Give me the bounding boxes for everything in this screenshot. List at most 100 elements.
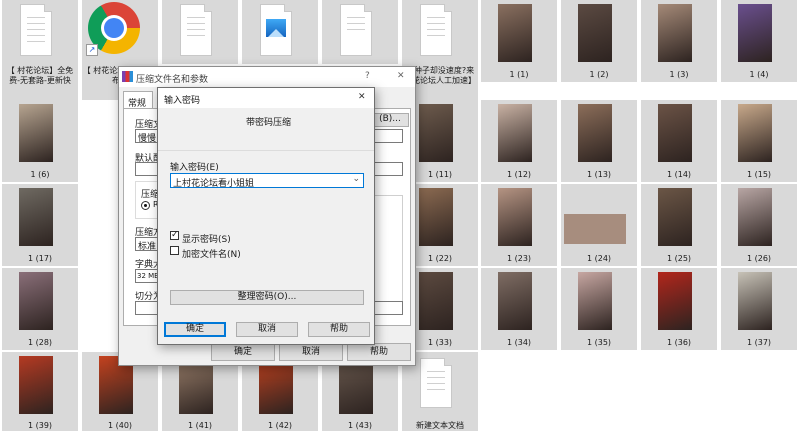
thumbnail-caption: 1 (23) [506,254,532,263]
thumbnail-caption: 1 (39) [27,421,53,430]
archive-help-button[interactable]: 帮助 [347,343,411,361]
text-document-icon [180,4,212,56]
text-document-icon [420,358,452,408]
archive-dialog-titlebar[interactable]: 压缩文件名和参数 ? ✕ [119,67,415,87]
thumbnail-caption: 1 (37) [746,338,772,347]
image-thumbnail [19,272,53,330]
thumbnail-caption: 1 (26) [746,254,772,263]
help-button[interactable]: ? [365,71,370,81]
shortcut-arrow-icon: ↗ [86,44,98,56]
password-input[interactable]: 上村花论坛看小姐姐 ⌄ [170,173,364,189]
thumbnail-tile[interactable]: 1 (4) [721,0,797,82]
thumbnail-tile[interactable]: 1 (14) [641,100,717,182]
thumbnail-caption: 1 (40) [107,421,133,430]
file-tile-image[interactable] [242,0,318,64]
thumbnail-tile[interactable]: 1 (24) [561,184,637,266]
password-help-button[interactable]: 帮助 [308,322,370,337]
thumbnail-caption: 1 (43) [347,421,373,430]
close-icon[interactable]: ✕ [397,71,405,81]
password-ok-button[interactable]: 确定 [164,322,226,337]
image-thumbnail [419,272,453,330]
thumbnail-caption: 1 (1) [509,70,529,79]
thumbnail-tile[interactable]: 1 (36) [641,268,717,350]
browse-button[interactable]: (B)... [371,113,409,127]
image-thumbnail [738,104,772,162]
thumbnail-tile[interactable]: 1 (13) [561,100,637,182]
archive-dialog-title: 压缩文件名和参数 [136,75,209,85]
thumbnail-tile[interactable]: 1 (39) [2,352,78,431]
thumbnail-tile[interactable]: 1 (12) [481,100,557,182]
image-thumbnail [738,4,772,62]
image-thumbnail [658,272,692,330]
text-document-icon [340,4,372,56]
archive-ok-button[interactable]: 确定 [211,343,275,361]
image-thumbnail [658,104,692,162]
file-caption: 【 村花论坛】全免费-无套路-更新快 [6,66,74,85]
password-cancel-button[interactable]: 取消 [236,322,298,337]
thumbnail-tile[interactable]: 1 (35) [561,268,637,350]
thumbnail-tile[interactable]: 1 (17) [2,184,78,266]
image-thumbnail [498,188,532,246]
thumbnail-tile[interactable]: 1 (23) [481,184,557,266]
thumbnail-tile[interactable]: 1 (3) [641,0,717,82]
thumbnail-tile[interactable]: 1 (1) [481,0,557,82]
enter-password-label: 输入密码(E) [170,163,219,173]
image-thumbnail [19,104,53,162]
password-dialog-titlebar[interactable]: 输入密码 ✕ [158,88,374,108]
thumbnail-caption: 1 (17) [27,254,53,263]
thumbnail-tile[interactable]: 1 (2) [561,0,637,82]
thumbnail-tile[interactable]: 1 (25) [641,184,717,266]
thumbnail-caption: 1 (3) [669,70,689,79]
thumbnail-caption: 1 (41) [187,421,213,430]
thumbnail-caption: 1 (15) [746,170,772,179]
thumbnail-caption: 1 (4) [749,70,769,79]
file-tile-doc-3[interactable] [162,0,238,64]
password-dialog-title: 输入密码 [164,96,201,106]
image-thumbnail [578,4,612,62]
encrypt-filenames-label: 加密文件名(N) [182,250,241,260]
thumbnail-caption: 1 (36) [666,338,692,347]
organize-passwords-button[interactable]: 整理密码(O)... [170,290,364,305]
image-thumbnail [738,272,772,330]
close-icon[interactable]: ✕ [358,92,366,102]
image-thumbnail [738,188,772,246]
thumbnail-caption: 新建文本文档 [416,421,464,430]
encrypt-filenames-checkbox[interactable] [170,246,179,255]
show-password-checkbox[interactable]: ✓ [170,230,179,240]
image-thumbnail [498,272,532,330]
thumbnail-caption: 1 (14) [666,170,692,179]
file-tile-doc-5[interactable] [322,0,398,64]
thumbnail-tile[interactable]: 1 (15) [721,100,797,182]
image-thumbnail [498,104,532,162]
image-thumbnail [578,272,612,330]
thumbnail-tile[interactable]: 1 (37) [721,268,797,350]
image-thumbnail [419,104,453,162]
thumbnail-caption: 1 (2) [589,70,609,79]
checkmark-icon: ✓ [171,230,179,240]
thumbnail-caption: 1 (24) [586,254,612,263]
thumbnail-caption: 1 (12) [506,170,532,179]
winrar-icon [122,71,133,82]
format-radio[interactable] [141,201,150,210]
show-password-label: 显示密码(S) [182,235,231,245]
thumbnail-tile[interactable]: 1 (28) [2,268,78,350]
thumbnail-caption: 1 (42) [267,421,293,430]
thumbnail-caption: 1 (6) [30,170,50,179]
chevron-down-icon[interactable]: ⌄ [352,174,360,184]
right-input[interactable] [371,301,403,315]
file-tile-doc-1[interactable]: 【 村花论坛】全免费-无套路-更新快 [2,0,78,100]
right-select[interactable] [371,162,403,176]
text-document-icon [420,4,452,56]
thumbnail-caption: 1 (35) [586,338,612,347]
image-thumbnail [658,188,692,246]
text-document-icon [20,4,52,56]
thumbnail-tile[interactable]: 1 (6) [2,100,78,182]
tab-general[interactable]: 常规 [123,91,153,109]
thumbnail-tile[interactable]: 1 (26) [721,184,797,266]
thumbnail-caption: 1 (28) [27,338,53,347]
thumbnail-tile[interactable]: 1 (34) [481,268,557,350]
image-thumbnail [658,4,692,62]
archive-cancel-button[interactable]: 取消 [279,343,343,361]
image-thumbnail [498,4,532,62]
password-dialog: 输入密码 ✕ 带密码压缩 输入密码(E) 上村花论坛看小姐姐 ⌄ ✓ 显示密码(… [157,87,375,345]
